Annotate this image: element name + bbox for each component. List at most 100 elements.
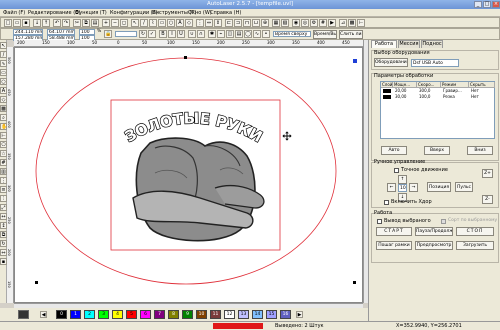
down-button[interactable]: Вниз xyxy=(467,146,493,155)
layer-table[interactable]: Слой Мощн... Скоро... Режим Скрыть 20,00… xyxy=(380,81,495,139)
handle[interactable] xyxy=(353,281,356,284)
open-file-icon[interactable]: ▭ xyxy=(13,19,21,27)
precise-move-checkbox[interactable] xyxy=(394,168,399,173)
menu-window[interactable]: Окно (W) xyxy=(188,9,212,17)
preview-button[interactable]: Предпросмотр xyxy=(415,241,453,250)
palette-swatch-8[interactable]: 8 xyxy=(168,310,179,319)
align-left-icon[interactable]: ⊏ xyxy=(225,19,233,27)
handle[interactable] xyxy=(35,281,38,284)
align-right-icon[interactable]: ⊐ xyxy=(234,19,242,27)
close-path-icon[interactable]: ◯ xyxy=(244,30,252,38)
order-tool-icon[interactable]: ⧉ xyxy=(0,231,7,238)
hatch-icon[interactable]: ▤ xyxy=(235,30,243,38)
import-icon[interactable]: ↓ xyxy=(33,19,41,27)
image-tool-icon[interactable]: ▩ xyxy=(0,105,7,112)
tab-message[interactable]: Мессия xyxy=(398,40,420,48)
pointer-tool-icon[interactable]: ↖ xyxy=(0,42,7,49)
up-button[interactable]: Вверх xyxy=(424,146,450,155)
font-italic-icon[interactable]: I xyxy=(168,30,176,38)
rotate-tool-icon[interactable]: ↻ xyxy=(0,240,7,247)
palette-swatch-11[interactable]: 11 xyxy=(210,310,221,319)
rectangle-icon[interactable]: ▭ xyxy=(158,19,166,27)
menu-function[interactable]: Функция (T) xyxy=(75,9,107,17)
tab-tray[interactable]: Поднос xyxy=(421,40,443,48)
smooth-icon[interactable]: ∿ xyxy=(253,30,261,38)
zoom-in-icon[interactable]: + xyxy=(102,19,110,27)
array-icon[interactable]: ⋮ xyxy=(196,19,204,27)
rect-tool-icon[interactable]: ▭ xyxy=(0,69,7,76)
handle[interactable] xyxy=(184,56,187,59)
ellipse-icon[interactable]: ○ xyxy=(167,19,175,27)
design-canvas[interactable]: ЗОЛОТЫЕ РУКИ xyxy=(14,47,363,303)
distribute-tool-icon[interactable]: ⫶ xyxy=(0,195,7,202)
align-bottom-icon[interactable]: ⊔ xyxy=(252,19,260,27)
mark-icon[interactable]: ✱ xyxy=(208,30,216,38)
frame-button[interactable]: Пошаг рамки xyxy=(376,241,412,250)
merge-lines-button[interactable]: Слить линии xyxy=(339,30,363,39)
save-icon[interactable]: ▪ xyxy=(22,19,30,27)
align-tool-icon[interactable]: ≡ xyxy=(0,186,7,193)
lock-ratio-icon[interactable]: 🔒 xyxy=(104,30,112,38)
size-tool-icon[interactable]: ⤢ xyxy=(0,204,7,211)
palette-swatch-0[interactable]: 0 xyxy=(56,310,67,319)
paste-icon[interactable]: ▤ xyxy=(91,19,99,27)
palette-swatch-12[interactable]: 12 xyxy=(224,310,235,319)
zoom-tool-icon[interactable]: ⌕ xyxy=(0,114,7,121)
height-tool-icon[interactable]: ↕ xyxy=(0,222,7,229)
star-tool-icon[interactable]: ☆ xyxy=(0,150,7,157)
trim-icon[interactable]: ∩ xyxy=(197,30,205,38)
edit-nodes-icon[interactable]: ◇ xyxy=(185,19,193,27)
copy-icon[interactable]: ⧉ xyxy=(82,19,90,27)
text-tool-icon[interactable]: A xyxy=(0,87,7,94)
line-icon[interactable]: / xyxy=(140,19,148,27)
zoom-out-icon[interactable]: − xyxy=(111,19,119,27)
center-icon[interactable]: ⊕ xyxy=(261,19,269,27)
mirror-v-icon[interactable]: ⇕ xyxy=(214,19,222,27)
stop-button[interactable]: СТОП xyxy=(456,227,494,236)
palette-next-icon[interactable]: ▶ xyxy=(296,311,303,318)
palette-swatch-6[interactable]: 6 xyxy=(140,310,151,319)
group-icon[interactable]: ▦ xyxy=(272,19,280,27)
palette-swatch-10[interactable]: 10 xyxy=(196,310,207,319)
menu-help[interactable]: Справка (H) xyxy=(210,9,241,17)
curve-tool-icon[interactable]: ∿ xyxy=(0,60,7,67)
menu-configuration[interactable]: Конфигурации (S) xyxy=(110,9,158,17)
align-top-icon[interactable]: ⊓ xyxy=(243,19,251,27)
palette-swatch-14[interactable]: 14 xyxy=(252,310,263,319)
bitmap-icon[interactable]: ▩ xyxy=(348,19,356,27)
text-icon[interactable]: A xyxy=(176,19,184,27)
device-button[interactable]: Оборудование xyxy=(374,58,408,67)
device-select[interactable]: Dsf USB Auto xyxy=(411,59,459,67)
pulse-button[interactable]: Пульс xyxy=(455,182,473,192)
polyline-icon[interactable]: ⌇ xyxy=(149,19,157,27)
table-row[interactable]: 30,00 100,0 Резка Нет xyxy=(381,94,495,100)
palette-swatch-16[interactable]: 16 xyxy=(280,310,291,319)
width-tool-icon[interactable]: ↔ xyxy=(0,213,7,220)
circle-tool-icon[interactable]: ○ xyxy=(0,78,7,85)
minimize-button[interactable]: _ xyxy=(474,1,482,8)
start-button[interactable]: СТАРТ xyxy=(376,227,412,236)
close-button[interactable]: × xyxy=(492,1,500,8)
artwork-crossed-arms[interactable] xyxy=(132,137,265,242)
offset-icon[interactable]: ◫ xyxy=(226,30,234,38)
menu-file[interactable]: Файл (F) xyxy=(3,9,25,17)
weld-icon[interactable]: ∪ xyxy=(188,30,196,38)
settings-icon[interactable]: ⚙ xyxy=(310,19,318,27)
undo-icon[interactable]: ↶ xyxy=(53,19,61,27)
camera-icon[interactable]: ◎ xyxy=(301,19,309,27)
palette-prev-icon[interactable]: ◀ xyxy=(40,311,47,318)
arrow-right-icon[interactable]: → xyxy=(409,183,418,192)
output-selected-checkbox[interactable] xyxy=(377,219,382,224)
arrow-up-icon[interactable]: ↑ xyxy=(398,175,407,184)
ungroup-icon[interactable]: ▧ xyxy=(281,19,289,27)
z-down-button[interactable]: Z- xyxy=(482,195,493,204)
apply-icon[interactable]: ✓ xyxy=(148,30,156,38)
arrow-left-icon[interactable]: ← xyxy=(387,183,396,192)
zoom-fit-icon[interactable]: ◻ xyxy=(120,19,128,27)
palette-swatch-1[interactable]: 1 xyxy=(70,310,81,319)
vector-icon[interactable]: ⊿ xyxy=(339,19,347,27)
position-button[interactable]: Позиция xyxy=(427,182,451,192)
polygon-tool-icon[interactable]: ⬠ xyxy=(0,141,7,148)
path-icon[interactable]: ⌁ xyxy=(217,30,225,38)
tab-work[interactable]: Работа xyxy=(371,40,397,48)
